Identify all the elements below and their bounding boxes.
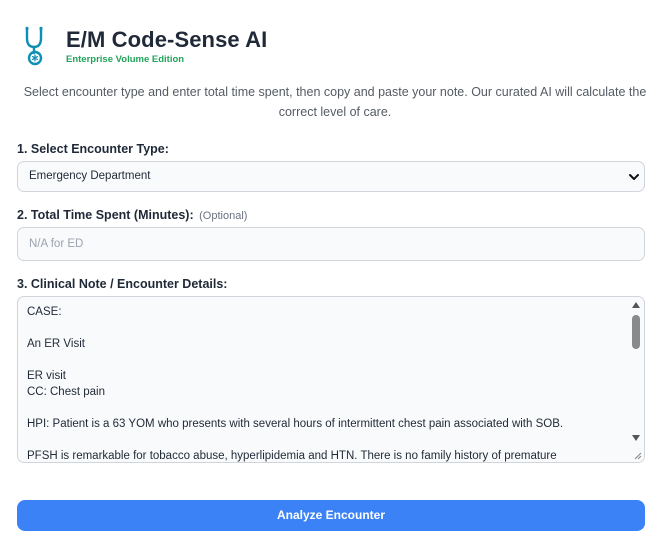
note-line: CC: Chest pain	[27, 386, 105, 398]
note-line: ER visit	[27, 370, 66, 382]
note-line: PFSH is remarkable for tobacco abuse, hy…	[27, 450, 557, 462]
app-subtitle: Enterprise Volume Edition	[66, 54, 185, 65]
time-spent-label: 2. Total Time Spent (Minutes): (Optional…	[17, 208, 247, 222]
note-scrollbar[interactable]	[628, 297, 644, 462]
note-line: HPI: Patient is a 63 YOM who presents wi…	[27, 418, 564, 430]
note-line: An ER Visit	[27, 338, 85, 350]
time-spent-input[interactable]: N/A for ED	[17, 227, 645, 261]
scroll-down-arrow-icon[interactable]	[632, 435, 640, 441]
encounter-type-label: 1. Select Encounter Type:	[17, 142, 169, 156]
time-spent-label-text: 2. Total Time Spent (Minutes):	[17, 208, 194, 222]
stethoscope-icon	[25, 26, 43, 66]
note-line: CASE:	[27, 306, 62, 318]
app-header: E/M Code-Sense AI Enterprise Volume Edit…	[22, 24, 322, 68]
analyze-encounter-button[interactable]: Analyze Encounter	[17, 500, 645, 531]
clinical-note-textarea[interactable]: CASE: An ER Visit ER visit CC: Chest pai…	[17, 296, 645, 463]
time-spent-placeholder: N/A for ED	[29, 238, 84, 250]
resize-grip-icon[interactable]	[632, 450, 642, 460]
scroll-up-arrow-icon[interactable]	[632, 302, 640, 308]
note-label: 3. Clinical Note / Encounter Details:	[17, 277, 228, 291]
clinical-note-content: CASE: An ER Visit ER visit CC: Chest pai…	[27, 297, 627, 462]
scrollbar-thumb[interactable]	[632, 315, 640, 349]
intro-line-1: Select encounter type and enter total ti…	[23, 85, 647, 99]
encounter-type-value: Emergency Department	[29, 170, 151, 182]
intro-line-2: correct level of care.	[278, 104, 392, 119]
time-spent-optional: (Optional)	[199, 210, 248, 222]
app-title: E/M Code-Sense AI	[66, 27, 268, 52]
chevron-down-icon	[629, 174, 639, 180]
encounter-type-select[interactable]: Emergency Department	[17, 161, 645, 192]
intro-text: Select encounter type and enter total ti…	[14, 83, 656, 122]
